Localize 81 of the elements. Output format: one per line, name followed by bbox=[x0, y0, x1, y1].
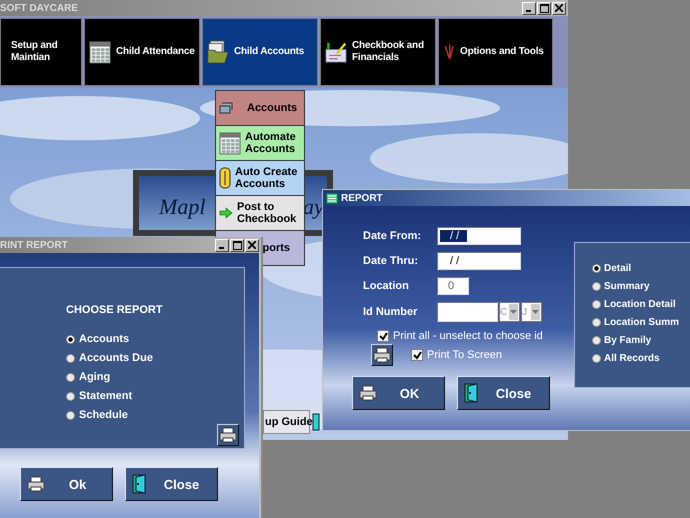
printer-setup-button[interactable] bbox=[371, 344, 393, 366]
caret-icon bbox=[532, 310, 539, 314]
radio-label: By Family bbox=[604, 335, 652, 346]
maximize-button[interactable] bbox=[537, 2, 551, 14]
printer-setup-button[interactable] bbox=[217, 424, 239, 446]
radio-button[interactable] bbox=[66, 334, 75, 344]
radio-label: Summary bbox=[604, 281, 650, 292]
printer-icon bbox=[359, 385, 377, 401]
wallet-icon bbox=[219, 102, 233, 114]
calendar-icon bbox=[89, 40, 111, 64]
maximize-icon bbox=[232, 240, 242, 250]
radio-button[interactable] bbox=[592, 264, 601, 273]
printer-icon bbox=[373, 347, 391, 363]
field-label: Id Number bbox=[363, 306, 418, 318]
radio-label: Accounts bbox=[79, 333, 130, 345]
coin-icon bbox=[219, 167, 231, 189]
window-title: SOFT DAYCARE bbox=[0, 2, 79, 14]
close-icon bbox=[248, 241, 256, 249]
field-label: Date Thru: bbox=[363, 255, 419, 267]
caret-icon bbox=[510, 310, 517, 314]
radio-label: Detail bbox=[604, 263, 632, 274]
door-icon bbox=[464, 383, 480, 403]
radio-button[interactable] bbox=[66, 410, 75, 420]
radio-label: Schedule bbox=[79, 409, 128, 421]
calendar-icon bbox=[219, 131, 241, 155]
input-field[interactable]: / / bbox=[437, 227, 521, 245]
toolbar-button[interactable]: Options and Tools bbox=[438, 18, 553, 86]
field-label: Location bbox=[363, 280, 410, 292]
radio-label: Accounts Due bbox=[79, 352, 153, 364]
radio-label: All Records bbox=[604, 353, 660, 364]
radio-label: Aging bbox=[79, 371, 110, 383]
ok-button[interactable]: OK bbox=[352, 376, 445, 410]
checkbox[interactable] bbox=[411, 349, 423, 361]
close-button[interactable]: Close bbox=[125, 467, 218, 501]
checkbox-label: Print all - unselect to choose id bbox=[393, 330, 543, 342]
radio-label: Location Summ bbox=[604, 317, 679, 328]
maximize-button[interactable] bbox=[230, 238, 244, 252]
splash-text: Mapl bbox=[159, 194, 206, 220]
radio-button[interactable] bbox=[66, 392, 75, 400]
radio-button[interactable] bbox=[66, 354, 75, 362]
close-button[interactable] bbox=[552, 2, 566, 14]
close-icon bbox=[555, 4, 563, 12]
folder-icon bbox=[207, 40, 229, 64]
radio-button[interactable] bbox=[66, 372, 75, 382]
input-field[interactable] bbox=[437, 302, 498, 322]
checkbox-label: Print To Screen bbox=[427, 349, 502, 361]
window-title: REPORT bbox=[341, 192, 384, 204]
radio-button[interactable] bbox=[592, 318, 601, 327]
toolbar-button[interactable]: Setup and Maintian bbox=[0, 18, 82, 86]
printer-icon bbox=[27, 476, 45, 492]
toolbar-button[interactable]: Child Attendance bbox=[84, 18, 200, 86]
menu-item[interactable]: Accounts bbox=[216, 91, 304, 125]
panel-heading: CHOOSE REPORT bbox=[66, 304, 164, 316]
radio-button[interactable] bbox=[592, 354, 601, 363]
radio-button[interactable] bbox=[592, 336, 601, 345]
maximize-icon bbox=[540, 4, 548, 12]
input-field[interactable]: 0 bbox=[437, 277, 469, 295]
menu-item[interactable]: Automate Accounts bbox=[216, 126, 304, 160]
close-button[interactable] bbox=[245, 238, 259, 252]
printer-icon bbox=[219, 427, 237, 443]
ok-button[interactable]: Ok bbox=[20, 467, 113, 501]
minimize-button[interactable] bbox=[215, 238, 229, 252]
minimize-button[interactable] bbox=[522, 2, 536, 14]
field-label: Date From: bbox=[363, 230, 422, 242]
toolbar-button[interactable]: Child Accounts bbox=[202, 18, 318, 86]
radio-button[interactable] bbox=[592, 282, 601, 291]
door-icon bbox=[132, 474, 148, 494]
arrow-icon bbox=[219, 207, 233, 219]
checkbox[interactable] bbox=[377, 330, 389, 342]
input-field[interactable]: / / bbox=[437, 252, 521, 270]
radio-button[interactable] bbox=[592, 300, 601, 309]
menu-item[interactable]: Post to Checkbook bbox=[216, 196, 304, 230]
toolbar-button[interactable]: Checkbook and Financials bbox=[320, 18, 436, 86]
window-title: RINT REPORT bbox=[0, 240, 69, 250]
radio-label: Location Detail bbox=[604, 299, 676, 310]
radio-label: Statement bbox=[79, 390, 132, 402]
window-icon bbox=[326, 192, 338, 204]
close-button[interactable]: Close bbox=[457, 376, 550, 410]
guide-button[interactable]: up Guide bbox=[263, 410, 310, 434]
menu-item[interactable]: Auto Create Accounts bbox=[216, 161, 304, 195]
check-pen-icon bbox=[325, 40, 347, 64]
